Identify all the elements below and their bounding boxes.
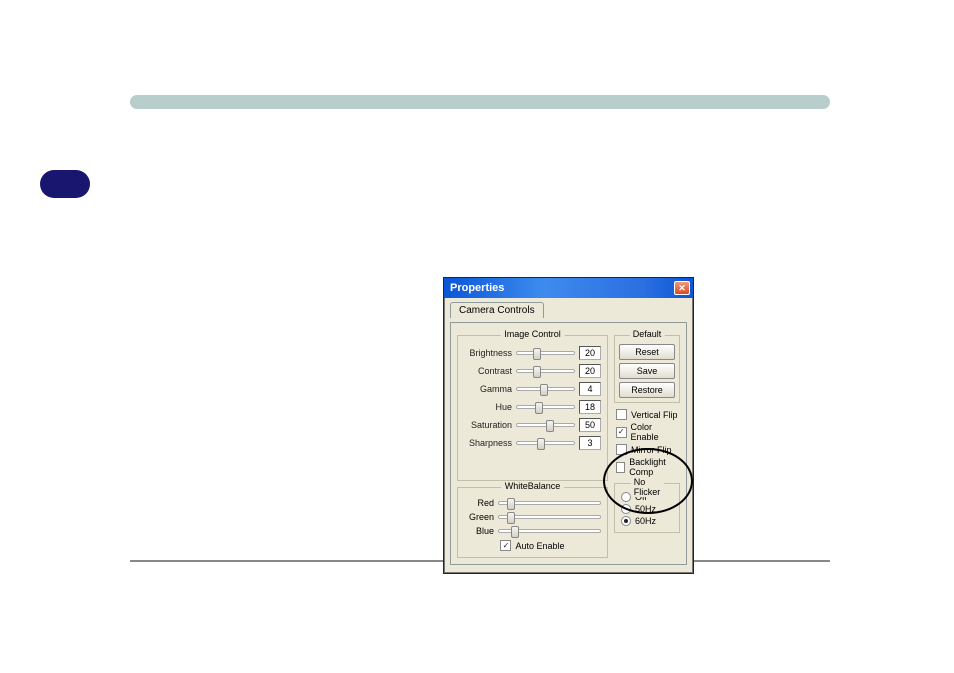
decorative-pill-small [40,170,90,198]
label-saturation: Saturation [464,420,512,430]
check-auto-enable[interactable]: ✓ Auto Enable [464,540,601,551]
slider-green[interactable] [498,515,601,519]
reset-button[interactable]: Reset [619,344,675,360]
label-blue: Blue [464,526,494,536]
tab-camera-controls[interactable]: Camera Controls [450,302,544,318]
row-red: Red [464,498,601,508]
label-gamma: Gamma [464,384,512,394]
row-green: Green [464,512,601,522]
group-white-balance-legend: WhiteBalance [501,481,565,491]
check-color-enable[interactable]: ✓ Color Enable [616,422,680,442]
check-mirror-flip[interactable]: Mirror Flip [616,444,680,455]
value-brightness: 20 [579,346,601,360]
slider-red[interactable] [498,501,601,505]
value-sharpness: 3 [579,436,601,450]
decorative-bar-top [130,95,830,109]
tab-panel: Image Control Brightness 20 Contrast 20 … [450,322,687,565]
radio-50hz-label: 50Hz [635,504,656,514]
checkbox-icon [616,462,625,473]
save-button[interactable]: Save [619,363,675,379]
slider-contrast[interactable] [516,369,575,373]
group-default-legend: Default [630,329,665,339]
value-hue: 18 [579,400,601,414]
flicker-container: No Flicker Off 50Hz 60Hz [614,481,680,558]
checkbox-icon: ✓ [616,427,627,438]
group-no-flicker-legend: No Flicker [631,477,664,497]
label-hue: Hue [464,402,512,412]
checks-column: Vertical Flip ✓ Color Enable Mirror Flip [614,407,680,481]
restore-button[interactable]: Restore [619,382,675,398]
label-green: Green [464,512,494,522]
check-vertical-flip[interactable]: Vertical Flip [616,409,680,420]
group-no-flicker: No Flicker Off 50Hz 60Hz [614,483,680,533]
close-icon: ✕ [678,284,686,293]
check-backlight-comp[interactable]: Backlight Comp [616,457,680,477]
row-saturation: Saturation 50 [464,418,601,432]
checkbox-icon: ✓ [500,540,511,551]
properties-window: Properties ✕ Camera Controls Image Contr… [443,277,694,574]
group-image-control-legend: Image Control [500,329,565,339]
row-brightness: Brightness 20 [464,346,601,360]
check-backlight-comp-label: Backlight Comp [629,457,680,477]
slider-brightness[interactable] [516,351,575,355]
radio-60hz[interactable]: 60Hz [621,516,675,526]
right-column: Default Reset Save Restore Vertical Flip… [614,329,680,481]
check-vertical-flip-label: Vertical Flip [631,410,678,420]
row-hue: Hue 18 [464,400,601,414]
label-brightness: Brightness [464,348,512,358]
close-button[interactable]: ✕ [674,281,690,295]
check-color-enable-label: Color Enable [631,422,680,442]
radio-icon [621,516,631,526]
slider-hue[interactable] [516,405,575,409]
row-gamma: Gamma 4 [464,382,601,396]
checkbox-icon [616,444,627,455]
titlebar[interactable]: Properties ✕ [444,278,693,298]
window-title: Properties [450,282,504,294]
check-auto-enable-label: Auto Enable [515,541,564,551]
slider-sharpness[interactable] [516,441,575,445]
label-sharpness: Sharpness [464,438,512,448]
label-contrast: Contrast [464,366,512,376]
checkbox-icon [616,409,627,420]
group-white-balance: WhiteBalance Red Green Blue ✓ [457,487,608,558]
row-blue: Blue [464,526,601,536]
label-red: Red [464,498,494,508]
tab-strip: Camera Controls [450,302,687,318]
check-mirror-flip-label: Mirror Flip [631,445,672,455]
radio-icon [621,492,631,502]
slider-blue[interactable] [498,529,601,533]
row-contrast: Contrast 20 [464,364,601,378]
radio-60hz-label: 60Hz [635,516,656,526]
row-sharpness: Sharpness 3 [464,436,601,450]
value-saturation: 50 [579,418,601,432]
value-contrast: 20 [579,364,601,378]
slider-saturation[interactable] [516,423,575,427]
slider-gamma[interactable] [516,387,575,391]
value-gamma: 4 [579,382,601,396]
group-image-control: Image Control Brightness 20 Contrast 20 … [457,335,608,481]
group-default: Default Reset Save Restore [614,335,680,403]
radio-icon [621,504,631,514]
radio-50hz[interactable]: 50Hz [621,504,675,514]
